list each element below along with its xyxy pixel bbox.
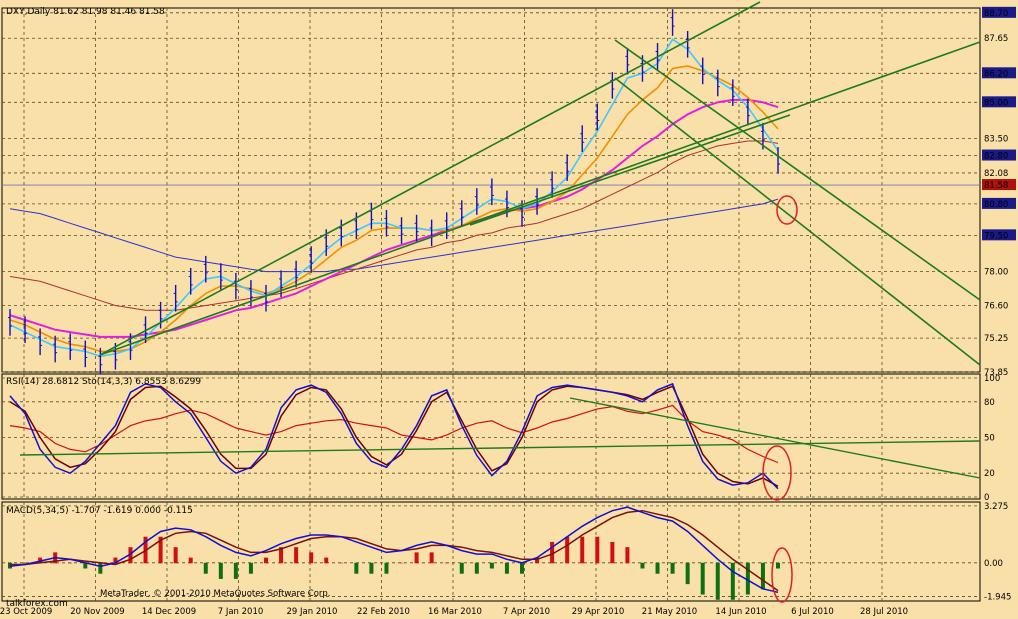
y-tick-label: 50 bbox=[984, 434, 995, 444]
x-tick-label: 22 Feb 2010 bbox=[357, 607, 410, 617]
macd-panel bbox=[1, 501, 981, 602]
y-tick-label: 82.80 bbox=[984, 152, 1008, 162]
y-tick-label: 80 bbox=[984, 398, 995, 408]
price-panel bbox=[1, 7, 981, 373]
highlight-circle bbox=[771, 547, 793, 603]
macd-histogram-bar bbox=[369, 562, 374, 574]
macd-histogram-bar bbox=[414, 552, 419, 564]
sto-d-line bbox=[9, 385, 779, 487]
y-tick-label: 0.00 bbox=[984, 559, 1003, 569]
macd-histogram-bar bbox=[715, 562, 720, 600]
macd-histogram-bar bbox=[520, 562, 524, 574]
macd-histogram-bar bbox=[23, 562, 28, 564]
macd-panel-title: MACD(5,34,5) -1.707 -1.619 0.000 -0.115 bbox=[6, 506, 193, 516]
macd-histogram-bar bbox=[309, 552, 314, 564]
y-tick-label: 86.20 bbox=[984, 69, 1008, 79]
x-tick-label: 21 May 2010 bbox=[642, 607, 697, 617]
osc-trendline bbox=[569, 397, 981, 479]
watermark-logo-text: talkforex.com bbox=[6, 599, 68, 609]
y-tick-label: 76.60 bbox=[984, 301, 1008, 311]
y-tick-label: 79.50 bbox=[984, 231, 1008, 241]
macd-histogram-bar bbox=[595, 536, 600, 564]
macd-histogram-bar bbox=[580, 536, 585, 564]
x-tick-label: 28 Jul 2010 bbox=[860, 607, 908, 617]
dxy-chart: 23 Oct 2009 20 Nov 2009 14 Dec 2009 7 Jan 2… bbox=[0, 1, 1016, 617]
macd-histogram-bar bbox=[444, 562, 449, 564]
macd-signal-line bbox=[10, 509, 779, 592]
macd-histogram-bar bbox=[173, 547, 178, 564]
macd-histogram-bar bbox=[474, 562, 479, 574]
y-tick-label: 20 bbox=[984, 469, 995, 479]
trendline bbox=[99, 41, 981, 356]
osc-trendline bbox=[19, 440, 981, 456]
highlight-circle bbox=[776, 195, 798, 225]
macd-histogram-bar bbox=[670, 562, 675, 574]
macd-histogram-bar bbox=[776, 562, 780, 569]
macd-histogram-bar bbox=[489, 562, 494, 569]
y-tick-label: 80.80 bbox=[984, 200, 1008, 210]
macd-histogram-bar bbox=[233, 562, 238, 579]
macd-histogram-bar bbox=[565, 536, 570, 564]
macd-histogram-bar bbox=[685, 562, 690, 585]
macd-histogram-bar bbox=[339, 562, 344, 564]
macd-histogram-bar bbox=[98, 562, 103, 574]
macd-histogram-bar bbox=[324, 557, 329, 564]
macd-histogram-bar bbox=[294, 547, 299, 564]
macd-histogram-bar bbox=[399, 562, 404, 564]
x-tick-label: 29 Apr 2010 bbox=[572, 607, 625, 617]
x-tick-label: 7 Jan 2010 bbox=[218, 607, 264, 617]
y-tick-label: 3.275 bbox=[984, 502, 1008, 512]
oscillator-panel-title: RSI(14) 28.6812 Sto(14,3,3) 6.8553 8.629… bbox=[6, 377, 201, 387]
trendline bbox=[614, 77, 981, 366]
y-tick-label: 82.08 bbox=[984, 169, 1008, 179]
y-tick-label: 78.00 bbox=[984, 268, 1008, 278]
macd-histogram-bar bbox=[504, 562, 509, 574]
x-tick-label: 14 Jun 2010 bbox=[715, 607, 766, 617]
chart-window: 23 Oct 2009 20 Nov 2009 14 Dec 2009 7 Jan 2… bbox=[0, 0, 1018, 619]
macd-histogram-bar bbox=[459, 562, 464, 574]
macd-histogram-bar bbox=[700, 562, 705, 595]
y-tick-label: 83.50 bbox=[984, 135, 1008, 145]
y-tick-label: 75.25 bbox=[984, 334, 1008, 344]
x-tick-label: 20 Nov 2009 bbox=[70, 607, 124, 617]
y-tick-label: 100 bbox=[984, 374, 1000, 384]
price-panel-title: DXY,Daily 81.62 81.98 81.46 81.58 bbox=[6, 7, 165, 17]
macd-histogram-bar bbox=[248, 562, 253, 574]
x-tick-label: 6 Jul 2010 bbox=[791, 607, 834, 617]
macd-histogram-bar bbox=[188, 557, 193, 564]
trendline bbox=[99, 1, 761, 356]
y-tick-label: 85.00 bbox=[984, 98, 1008, 108]
x-tick-label: 14 Dec 2009 bbox=[142, 607, 196, 617]
ma50-line bbox=[9, 98, 779, 338]
trendline bbox=[614, 39, 981, 301]
y-tick-label: -1.945 bbox=[984, 593, 1011, 603]
macd-histogram-bar bbox=[68, 562, 73, 564]
macd-histogram-bar bbox=[429, 552, 434, 564]
macd-histogram-bar bbox=[640, 562, 645, 569]
oscillator-panel bbox=[1, 373, 981, 500]
macd-histogram-bar bbox=[760, 562, 765, 590]
y-tick-label: 87.65 bbox=[984, 34, 1008, 44]
macd-histogram-bar bbox=[625, 547, 630, 564]
macd-histogram-bar bbox=[203, 562, 208, 574]
x-tick-label: 7 Apr 2010 bbox=[503, 607, 550, 617]
ema-slow-line bbox=[9, 65, 779, 353]
macd-histogram-bar bbox=[218, 562, 223, 579]
current-price-label: 81.58 bbox=[984, 181, 1008, 191]
macd-histogram-bar bbox=[730, 562, 735, 600]
macd-histogram-bar bbox=[610, 541, 615, 564]
macd-histogram-bar bbox=[655, 562, 660, 574]
macd-histogram-bar bbox=[264, 557, 268, 564]
x-tick-label: 29 Jan 2010 bbox=[287, 607, 338, 617]
copyright-text: MetaTrader, © 2001-2010 MetaQuotes Softw… bbox=[100, 589, 330, 599]
macd-histogram-bar bbox=[384, 562, 389, 574]
macd-histogram-bar bbox=[354, 562, 359, 574]
x-tick-label: 16 Mar 2010 bbox=[428, 607, 482, 617]
y-tick-label: 88.70 bbox=[984, 9, 1008, 19]
